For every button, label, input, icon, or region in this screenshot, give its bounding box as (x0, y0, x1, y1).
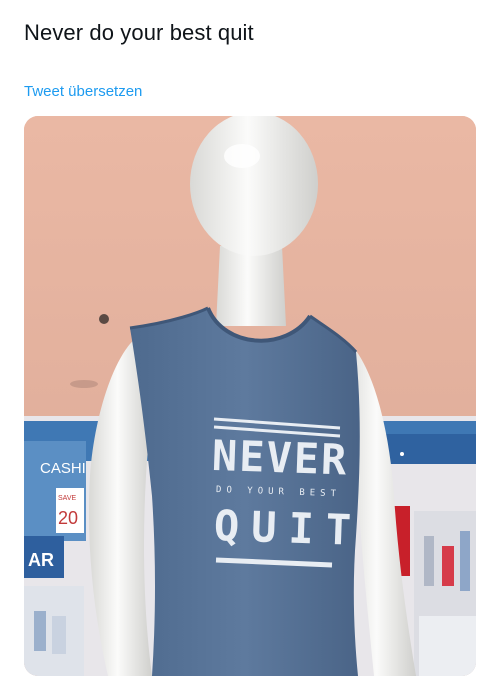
clearance-sign-text: AR (28, 550, 54, 570)
shirt-print-never: NEVER (211, 431, 349, 485)
tweet-text: Never do your best quit (24, 20, 254, 45)
shirt-print: NEVER DO YOUR BEST QUIT (211, 417, 364, 568)
ceiling-fixture (99, 314, 109, 324)
cashier-sign-text: CASHI (40, 460, 86, 477)
translate-tweet-link[interactable]: Tweet übersetzen (24, 83, 142, 100)
mannequin-neck (216, 246, 286, 326)
mannequin-head (190, 116, 318, 256)
mannequin-photo: CASHI SAVE 20 AR NEVER DO YOUR BEST QUIT (24, 116, 476, 676)
save-sign-label: SAVE (58, 495, 76, 502)
ceiling-light (70, 380, 98, 388)
tweet-media-photo[interactable]: CASHI SAVE 20 AR NEVER DO YOUR BEST QUIT (24, 116, 476, 676)
shirt-print-quit: QUIT (213, 501, 364, 555)
save-sign-number: 20 (58, 508, 78, 528)
